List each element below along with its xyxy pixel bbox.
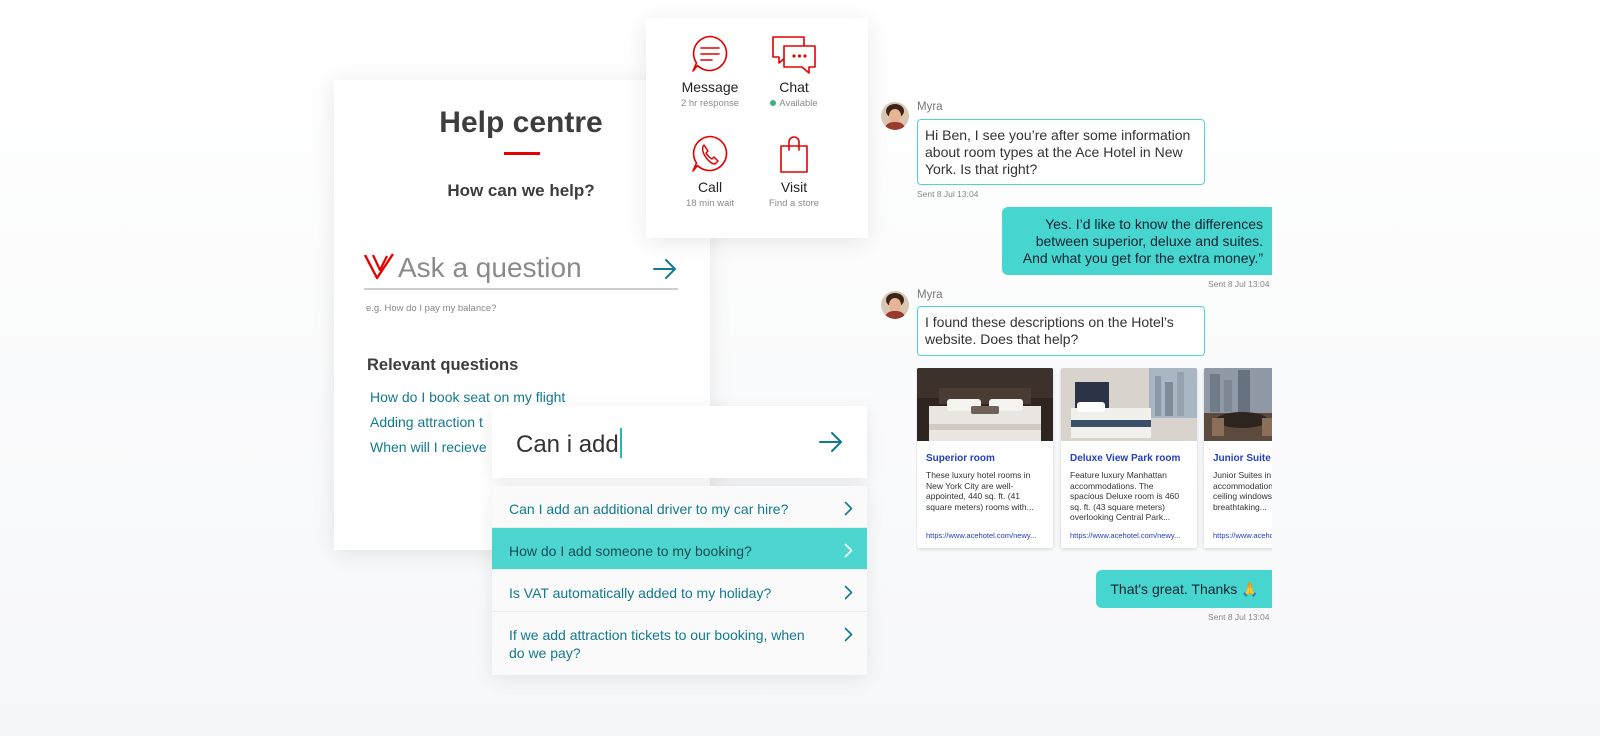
option-sub: 2 hr response [680,98,740,109]
chevron-right-icon [844,585,853,600]
hotel-room-card[interactable]: Junior Suite Junior Suites in Manhattan … [1204,368,1272,548]
option-label: Chat [779,79,809,95]
contact-option-message[interactable]: Message 2 hr response [662,34,758,109]
ask-question-input[interactable] [398,250,638,286]
brand-logo-icon [364,253,394,280]
message-timestamp: Sent 8 Jul 13:04 [1208,612,1270,622]
available-dot-icon [770,100,777,106]
chat-icon [772,36,816,74]
hotel-cards-carousel[interactable]: Superior room These luxury hotel rooms i… [916,368,1272,552]
search-submit-arrow-icon[interactable] [818,431,844,453]
message-timestamp: Sent 8 Jul 13:04 [917,189,979,199]
agent-message: I found these descriptions on the Hotel’… [917,306,1205,356]
message-icon [692,35,728,72]
card-link[interactable]: https://www.acehotel.com/newy... [1061,523,1197,540]
suggestion-text: How do I add someone to my booking? [509,543,752,559]
contact-options-card: Message 2 hr response Chat Available Cal… [646,18,868,238]
card-description: These luxury hotel rooms in New York Cit… [926,470,1034,512]
option-label: Message [681,79,739,95]
suggestion-item[interactable]: Is VAT automatically added to my holiday… [492,570,867,612]
shopping-bag-icon [780,136,808,173]
room-photo [1204,368,1272,441]
option-sub: 18 min wait [685,198,735,209]
chevron-right-icon [844,627,853,642]
card-link[interactable]: https://www.acehotel.com/newy... [917,523,1053,540]
user-message: That's great. Thanks 🙏 [1096,570,1272,608]
card-title: Superior room [926,453,995,464]
suggestion-text: Is VAT automatically added to my holiday… [509,585,772,601]
room-photo [917,368,1053,441]
card-description: Feature luxury Manhattan accommodations.… [1070,470,1180,523]
search-input[interactable]: Can i add [516,428,622,459]
suggestion-item[interactable]: Can I add an additional driver to my car… [492,486,867,528]
hotel-room-card[interactable]: Deluxe View Park room Feature luxury Man… [1061,368,1197,548]
ask-hint: e.g. How do I pay my balance? [366,303,497,314]
relevant-questions-title: Relevant questions [367,356,519,374]
chevron-right-icon [844,543,853,558]
search-query: Can i add [516,431,619,458]
contact-option-call[interactable]: Call 18 min wait [662,134,758,209]
agent-message: Hi Ben, I see you’re after some informat… [917,119,1205,185]
room-photo [1061,368,1197,441]
option-sub-text: Available [779,98,818,109]
chevron-right-icon [844,501,853,516]
agent-avatar [881,291,909,319]
text-caret [619,428,622,458]
suggestions-list: Can I add an additional driver to my car… [492,486,867,675]
search-box[interactable]: Can i add [492,406,867,478]
card-description: Junior Suites in Manhattan are accommoda… [1213,470,1272,512]
ask-question-row [364,250,678,290]
card-link[interactable]: https://www.acehotel.com/newy... [1204,523,1272,540]
phone-icon [692,135,728,172]
option-sub: Available [746,98,842,109]
agent-name: Myra [917,101,943,113]
suggestion-text: Can I add an additional driver to my car… [509,501,789,517]
hotel-room-card[interactable]: Superior room These luxury hotel rooms i… [917,368,1053,548]
card-title: Junior Suite [1213,453,1271,464]
option-label: Call [697,179,723,195]
agent-avatar [881,102,909,130]
option-sub: Find a store [768,198,820,209]
suggestion-text: If we add attraction tickets to our book… [509,627,805,661]
submit-arrow-icon[interactable] [652,258,678,280]
agent-name: Myra [917,289,943,301]
message-timestamp: Sent 8 Jul 13:04 [1208,279,1270,289]
suggestion-item-highlighted[interactable]: How do I add someone to my booking? [492,528,867,570]
suggestion-item[interactable]: If we add attraction tickets to our book… [492,612,867,675]
option-label: Visit [780,179,808,195]
card-title: Deluxe View Park room [1070,453,1181,464]
user-message: Yes. I’d like to know the differences be… [1002,207,1272,275]
contact-option-visit[interactable]: Visit Find a store [746,134,842,209]
contact-option-chat[interactable]: Chat Available [746,34,842,109]
title-underline [504,152,540,155]
